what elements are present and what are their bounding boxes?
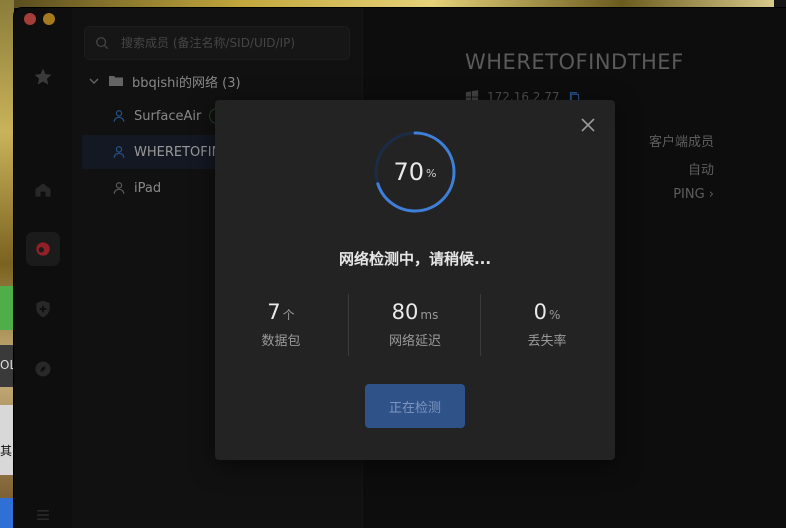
close-icon[interactable]: [579, 116, 597, 134]
checking-button[interactable]: 正在检测: [365, 384, 465, 428]
stat-value: 7: [267, 300, 281, 324]
progress-readout: 70 %: [373, 130, 457, 214]
stat-value: 0: [533, 300, 547, 324]
desktop-edge-text: 其: [0, 444, 13, 458]
stat-label: 丢失率: [527, 334, 567, 349]
desktop-photo-top: [14, 0, 774, 8]
stat-packets: 7个 数据包: [215, 300, 347, 349]
stat-unit: %: [548, 308, 561, 322]
desktop-edge-text: OLO: [0, 358, 14, 372]
stat-unit: ms: [420, 308, 439, 322]
desktop-window-light: [0, 405, 14, 475]
stat-latency: 80 ms 网络延迟: [349, 300, 481, 349]
stat-loss: 0% 丢失率: [481, 300, 613, 349]
status-message: 网络检测中，请稍候...: [338, 250, 492, 268]
network-check-dialog: 70 % 网络检测中，请稍候... 7个 数据包 80 ms 网络延迟 0% 丢失…: [215, 100, 615, 460]
progress-value: 70: [393, 158, 425, 186]
stat-value: 80: [391, 300, 419, 324]
stat-unit: 个: [282, 308, 295, 322]
desktop-window-green: [0, 286, 14, 330]
stat-label: 数据包: [261, 334, 301, 349]
progress-unit: %: [426, 166, 437, 180]
desktop-window-blue: [0, 498, 14, 528]
stat-label: 网络延迟: [388, 334, 441, 349]
